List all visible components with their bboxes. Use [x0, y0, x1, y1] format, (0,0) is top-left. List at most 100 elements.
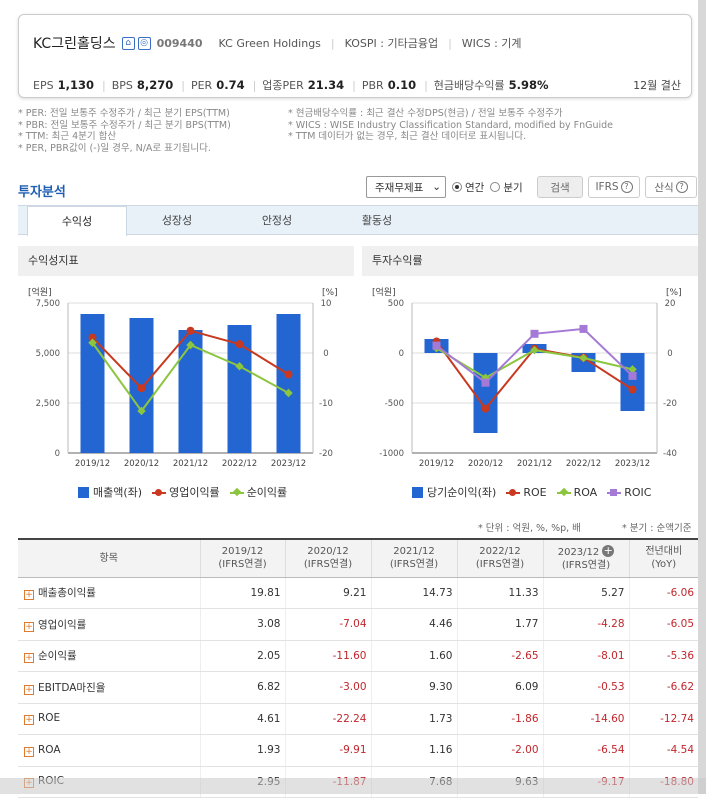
- legend-item: ROE: [506, 486, 547, 499]
- expand-icon[interactable]: +: [24, 746, 34, 757]
- table-cell: -11.60: [285, 640, 372, 672]
- header-bottom: (IFRS연결): [218, 559, 267, 571]
- table-cell: -12.74: [629, 703, 698, 735]
- metric-value: 0.10: [387, 78, 417, 92]
- table-cell: 9.30: [371, 671, 458, 704]
- table-cell: 1.16: [371, 734, 458, 767]
- note-line: * TTM 데이터가 없는 경우, 최근 결산 데이터로 표시됩니다.: [288, 131, 527, 143]
- add-column-icon[interactable]: +: [602, 544, 615, 557]
- line-point: [284, 370, 293, 379]
- tab-stability[interactable]: 안정성: [227, 206, 327, 235]
- row-label: ROA: [38, 743, 61, 756]
- note-line: * 현금배당수익률 : 최근 결산 수정DPS(현금) / 전일 보통주 수정주…: [288, 108, 563, 119]
- category-label: 2019/12: [75, 459, 110, 469]
- line-point: [628, 371, 637, 380]
- table-cell: -5.36: [629, 640, 698, 672]
- legend-marker: [556, 487, 571, 498]
- panel-left-title: 수익성지표: [18, 246, 354, 276]
- legend-label: 당기순이익(좌): [427, 486, 497, 499]
- table-cell: 19.81: [200, 577, 286, 609]
- left-axis-unit: [억원]: [372, 286, 396, 298]
- line-point: [186, 326, 195, 335]
- table-cell: 11.33: [457, 577, 544, 609]
- expand-icon[interactable]: +: [24, 653, 34, 664]
- quarter-note: * 분기 : 순액기준: [622, 523, 692, 534]
- table-cell: -1.86: [457, 703, 544, 735]
- table-cell: 2.05: [200, 640, 286, 672]
- tab-profitability[interactable]: 수익성: [27, 206, 127, 236]
- formula-help-button[interactable]: 산식?: [645, 176, 697, 198]
- divider: |: [101, 78, 106, 92]
- line-point: [628, 385, 637, 394]
- legend-item: 순이익률: [229, 484, 287, 500]
- ifrs-label: IFRS: [595, 181, 619, 193]
- metric-item: 현금배당수익률 5.98%: [434, 77, 549, 93]
- profitability-legend: 매출액(좌) 영업이익률 순이익률: [78, 484, 297, 500]
- period-radio-group[interactable]: 연간 분기: [452, 176, 523, 198]
- row-label-cell: + ROA: [18, 734, 201, 767]
- legend-dot: [232, 487, 241, 496]
- vertical-scrollbar[interactable]: [698, 0, 706, 794]
- right-tick-label: 20: [665, 299, 676, 309]
- divider: |: [252, 78, 257, 92]
- left-tick-label: -1000: [379, 449, 404, 459]
- search-button[interactable]: 검색: [537, 176, 583, 198]
- header-top: 2023/12 +: [557, 543, 615, 558]
- right-axis-unit: [%]: [666, 288, 682, 298]
- metric-value: 0.74: [216, 78, 245, 92]
- table-cell: 9.21: [285, 577, 372, 609]
- table-header-cell: 2019/12 (IFRS연결): [200, 538, 286, 578]
- metric-label: PER: [190, 79, 213, 92]
- table-cell: -2.65: [457, 640, 544, 672]
- left-tick-label: 5,000: [36, 349, 60, 359]
- table-cell: 5.27: [543, 577, 630, 609]
- legend-label: 영업이익률: [169, 486, 220, 499]
- statement-select[interactable]: 주재무제표 ⌄: [366, 176, 446, 198]
- table-cell: 1.73: [371, 703, 458, 735]
- legend-label: ROA: [573, 485, 598, 499]
- table-row: + EBITDA마진율 6.82 -3.00 9.30 6.09 -0.53 -6.62: [18, 671, 698, 704]
- expand-icon[interactable]: +: [24, 715, 34, 726]
- tab-growth[interactable]: 성장성: [127, 206, 227, 235]
- right-tick-label: 0: [667, 349, 672, 359]
- horizontal-scrollbar[interactable]: [0, 778, 706, 794]
- expand-icon[interactable]: +: [24, 684, 34, 695]
- table-header-cell: 항목: [18, 538, 201, 578]
- divider: |: [352, 78, 356, 92]
- metric-value: 1,130: [57, 78, 94, 92]
- company-title-row: KC그린홀딩스 ⌂ ◎ 009440 KC Green Holdings | K…: [33, 33, 522, 53]
- note-line: * PER, PBR값이 (-)일 경우, N/A로 표기됩니다.: [18, 142, 211, 154]
- company-eng-name: KC Green Holdings: [218, 36, 321, 50]
- table-cell: -2.00: [457, 734, 544, 767]
- table-cell: -7.04: [285, 608, 372, 641]
- table-header-row: 항목 2019/12 (IFRS연결) 2020/12 (IFRS연결) 2021/12(…: [18, 538, 698, 578]
- ifrs-help-button[interactable]: IFRS?: [588, 176, 640, 198]
- expand-icon[interactable]: +: [24, 590, 34, 601]
- divider: |: [424, 78, 428, 92]
- radio-annual[interactable]: [452, 182, 462, 192]
- header-top: 항목: [99, 552, 118, 564]
- expand-icon[interactable]: +: [24, 621, 34, 632]
- metric-value: 21.34: [307, 78, 345, 92]
- category-label: 2019/12: [419, 459, 454, 469]
- category-label: 2023/12: [271, 459, 306, 469]
- table-header-cell: 2020/12 (IFRS연결): [285, 538, 372, 578]
- metric-value: 5.98%: [508, 78, 549, 92]
- metric-label: PBR: [361, 79, 384, 92]
- home-icon[interactable]: ⌂: [121, 36, 135, 50]
- category-label: 2020/12: [124, 459, 159, 469]
- tab-activity[interactable]: 활동성: [327, 206, 427, 235]
- info-icon[interactable]: ◎: [137, 36, 151, 50]
- right-tick-label: -20: [319, 449, 333, 459]
- line-point: [137, 384, 146, 393]
- radio-quarter[interactable]: [490, 182, 501, 192]
- line-point: [530, 329, 539, 338]
- metric-label: 업종PER: [262, 79, 304, 92]
- notes-right: * 현금배당수익률 : 최근 결산 수정DPS(현금) / 전일 보통주 수정주…: [288, 108, 668, 143]
- table-cell: 1.60: [371, 640, 458, 672]
- metrics-row: EPS 1,130 | BPS 8,270 | PER 0.74 | 업종PER 21.34 | PBR…: [33, 77, 681, 93]
- metric-label: EPS: [33, 79, 54, 92]
- right-tick-label: 10: [321, 299, 332, 309]
- notes-left: * PER: 전일 보통주 수정주가 / 최근 분기 EPS(TTM) * PBR…: [18, 108, 231, 154]
- table-row: + 순이익률 2.05 -11.60 1.60 -2.65 -8.01 -5.36: [18, 640, 698, 672]
